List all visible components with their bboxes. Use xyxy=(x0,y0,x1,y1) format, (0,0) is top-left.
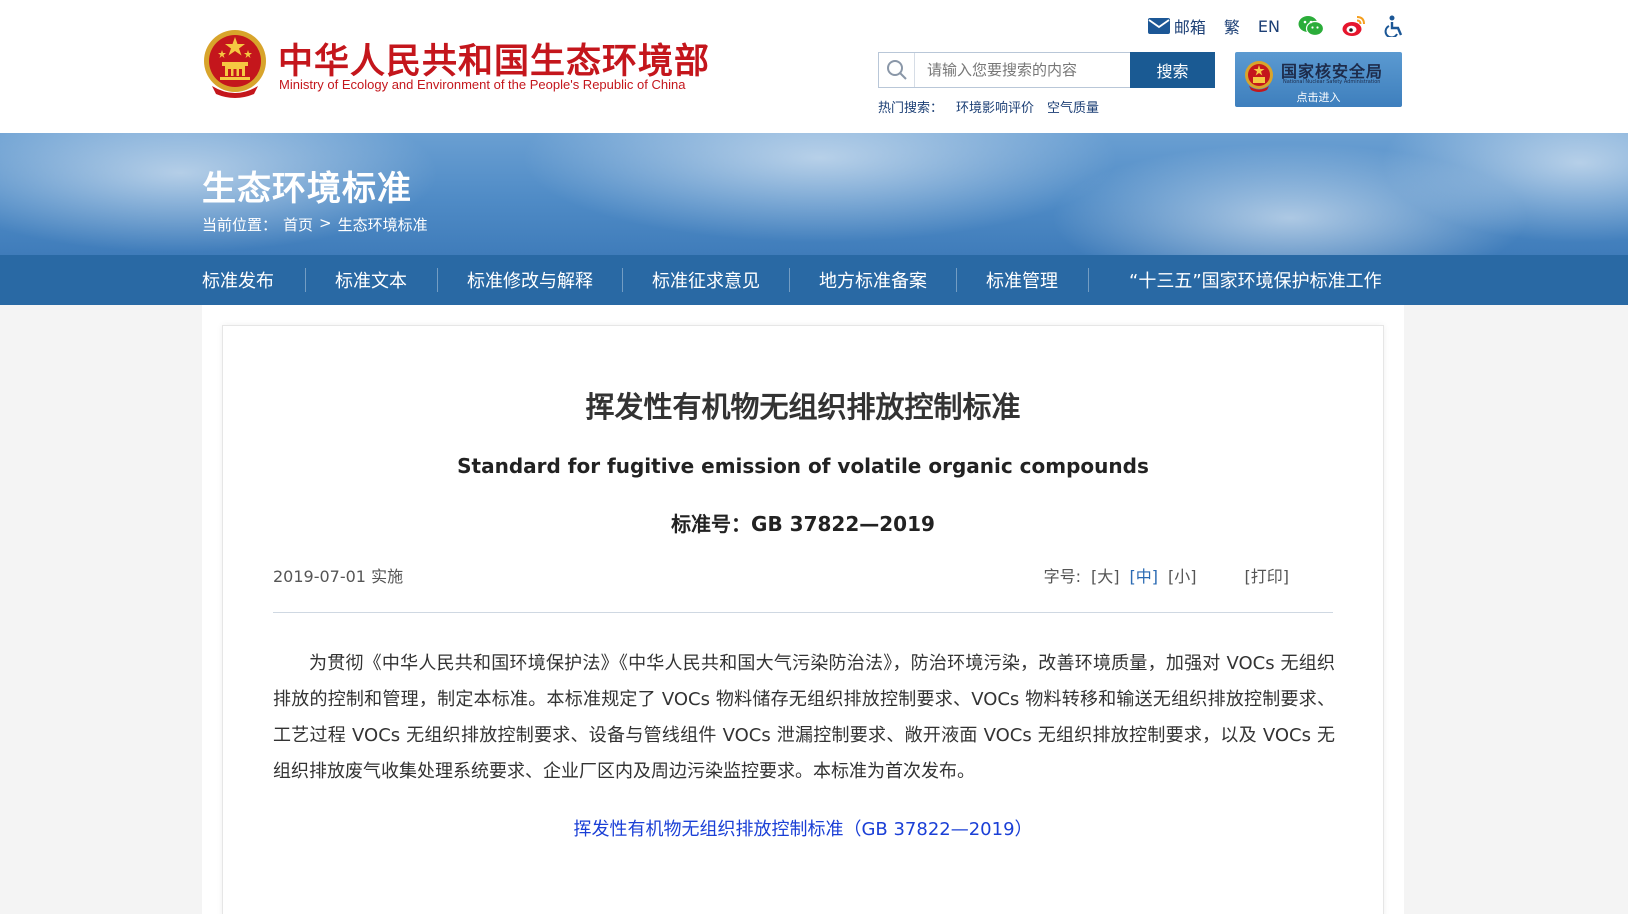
weibo-link[interactable] xyxy=(1342,15,1366,37)
article-meta: 2019-07-01 实施 字号: [大] [中] [小] [打印] xyxy=(273,563,1333,613)
print-button[interactable]: [打印] xyxy=(1245,563,1290,587)
search-form: 搜索 xyxy=(878,52,1215,88)
hot-search-term[interactable]: 空气质量 xyxy=(1047,97,1099,116)
effective-date: 2019-07-01 实施 xyxy=(273,567,404,586)
nnsa-banner-link[interactable]: 国家核安全局 National Nuclear Safety Administr… xyxy=(1235,52,1402,107)
main-nav: 标准发布 标准文本 标准修改与解释 标准征求意见 地方标准备案 标准管理 “十三… xyxy=(0,255,1628,305)
content-wrapper: 挥发性有机物无组织排放控制标准 Standard for fugitive em… xyxy=(202,305,1404,914)
mail-icon xyxy=(1147,18,1170,34)
standard-number: 标准号：GB 37822—2019 xyxy=(671,512,935,536)
article-tools: 字号: [大] [中] [小] [打印] xyxy=(1044,563,1289,587)
nnsa-enter-label: 点击进入 xyxy=(1296,91,1341,104)
accessibility-link[interactable] xyxy=(1384,15,1404,37)
article-title-en: Standard for fugitive emission of volati… xyxy=(457,454,1149,478)
article-title: 挥发性有机物无组织排放控制标准 xyxy=(585,390,1021,424)
font-size-large-button[interactable]: [大] xyxy=(1091,563,1120,587)
top-links: 邮箱 繁 EN xyxy=(1147,14,1404,38)
wechat-link[interactable] xyxy=(1298,15,1324,37)
mail-link[interactable]: 邮箱 xyxy=(1147,14,1206,38)
breadcrumb: 当前位置： 首页 > 生态环境标准 xyxy=(202,214,428,235)
article-body: 为贯彻《中华人民共和国环境保护法》《中华人民共和国大气污染防治法》，防治环境污染… xyxy=(273,653,1335,782)
mail-link-label: 邮箱 xyxy=(1173,18,1206,37)
breadcrumb-label: 当前位置： xyxy=(202,216,278,234)
nnsa-emblem-icon xyxy=(1245,61,1273,92)
site-logo-subtitle[interactable]: Ministry of Ecology and Environment of t… xyxy=(279,77,685,92)
search-field xyxy=(878,52,1130,88)
font-size-label: 字号: xyxy=(1043,567,1081,586)
nav-item-standard-release[interactable]: 标准发布 xyxy=(202,267,274,293)
nav-item-standard-management[interactable]: 标准管理 xyxy=(986,267,1058,293)
font-size-medium-button[interactable]: [中] xyxy=(1130,563,1159,587)
nav-item-standard-consultation[interactable]: 标准征求意见 xyxy=(652,267,760,293)
nav-item-13th-five-year[interactable]: “十三五”国家环境保护标准工作 xyxy=(1129,267,1382,293)
hot-search-term[interactable]: 环境影响评价 xyxy=(956,97,1034,116)
site-header: 中华人民共和国生态环境部 Ministry of Ecology and Env… xyxy=(0,0,1628,133)
accessibility-icon xyxy=(1384,15,1403,37)
english-label: EN xyxy=(1257,16,1280,36)
breadcrumb-separator: > xyxy=(319,214,332,232)
search-input[interactable] xyxy=(915,54,1125,86)
standard-download-link[interactable]: 挥发性有机物无组织排放控制标准（GB 37822—2019） xyxy=(223,815,1383,841)
breadcrumb-current[interactable]: 生态环境标准 xyxy=(338,214,428,235)
weibo-icon xyxy=(1342,16,1365,36)
breadcrumb-home[interactable]: 首页 xyxy=(283,214,313,235)
hot-searches: 热门搜索： 环境影响评价 空气质量 xyxy=(878,97,1099,116)
nav-item-local-standards[interactable]: 地方标准备案 xyxy=(819,267,927,293)
english-link[interactable]: EN xyxy=(1258,17,1280,36)
national-emblem-icon[interactable] xyxy=(202,28,268,98)
search-icon xyxy=(879,53,915,87)
article-card: 挥发性有机物无组织排放控制标准 Standard for fugitive em… xyxy=(222,325,1384,914)
search-button[interactable]: 搜索 xyxy=(1130,52,1215,88)
nav-item-standard-revision[interactable]: 标准修改与解释 xyxy=(467,267,593,293)
wechat-icon xyxy=(1298,16,1324,37)
section-banner: 生态环境标准 当前位置： 首页 > 生态环境标准 xyxy=(0,133,1628,255)
traditional-chinese-label: 繁 xyxy=(1223,18,1240,37)
nnsa-name-en: National Nuclear Safety Administration xyxy=(1283,79,1381,85)
section-title: 生态环境标准 xyxy=(202,169,412,209)
traditional-chinese-link[interactable]: 繁 xyxy=(1224,14,1240,38)
nav-item-standard-text[interactable]: 标准文本 xyxy=(335,267,407,293)
font-size-small-button[interactable]: [小] xyxy=(1168,563,1197,587)
hot-searches-label: 热门搜索： xyxy=(878,101,944,116)
